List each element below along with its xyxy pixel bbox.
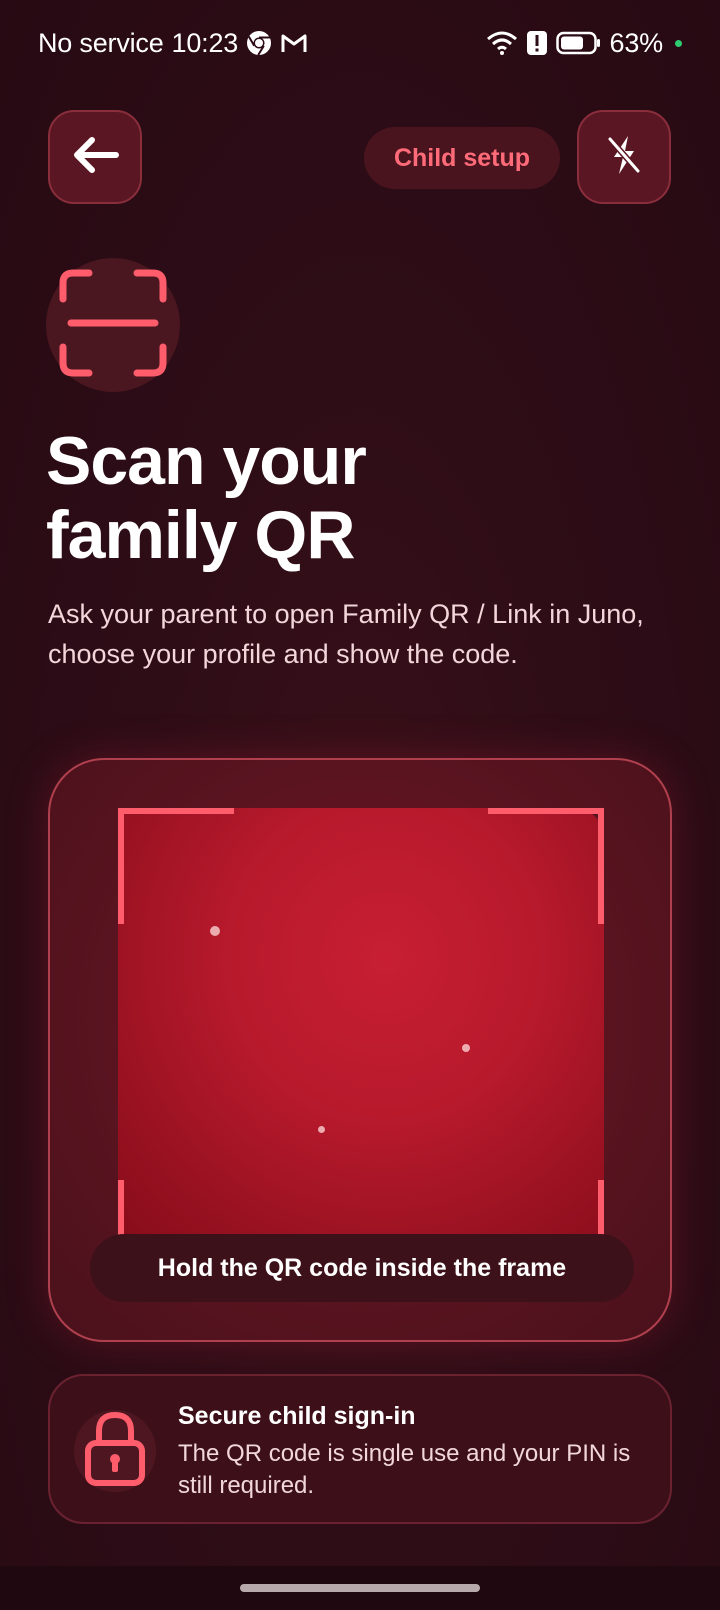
status-right: 63%: [486, 28, 682, 59]
carrier-text: No service: [38, 27, 164, 58]
back-arrow-icon: [70, 135, 120, 180]
child-setup-chip: Child setup: [364, 127, 560, 189]
gmail-icon: [280, 31, 308, 55]
secure-title: Secure child sign-in: [178, 1402, 416, 1430]
scan-qr-screen: No service 10:23 63% Child setup Scan yo…: [0, 0, 720, 1610]
flash-off-icon: [604, 133, 644, 182]
page-title-line-2: family QR: [46, 497, 355, 573]
secure-description: The QR code is single use and your PIN i…: [178, 1440, 631, 1499]
privacy-indicator-dot: [675, 39, 682, 47]
home-indicator[interactable]: [240, 1584, 480, 1592]
status-bar: No service 10:23 63%: [0, 0, 720, 86]
lock-icon: [81, 1409, 149, 1494]
clock-text: 10:23: [171, 27, 239, 58]
back-button[interactable]: [48, 110, 142, 204]
camera-speck: [210, 926, 220, 936]
page-subtitle: Ask your parent to open Family QR / Link…: [48, 599, 644, 669]
flash-toggle-button[interactable]: [577, 110, 671, 204]
page-title-line-1: Scan your: [46, 423, 367, 499]
secure-sign-in-card: Secure child sign-in The QR code is sing…: [48, 1374, 672, 1524]
scan-frame-icon: [57, 267, 169, 384]
frame-corner-top-right: [488, 808, 604, 924]
page-title: Scan your family QR: [46, 424, 646, 572]
frame-corner-top-left: [118, 808, 234, 924]
camera-speck: [462, 1044, 470, 1052]
camera-speck: [318, 1126, 325, 1133]
battery-percent: 63%: [609, 27, 664, 58]
scan-hint: Hold the QR code inside the frame: [90, 1234, 634, 1302]
wifi-icon: [486, 30, 518, 56]
lock-badge: [74, 1410, 156, 1492]
qr-scanner-card: Hold the QR code inside the frame: [48, 758, 672, 1342]
chrome-icon: [246, 30, 272, 56]
battery-icon: [555, 31, 602, 55]
alert-icon: [526, 30, 548, 56]
status-left: No service 10:23: [38, 28, 308, 59]
scan-badge: [46, 258, 180, 392]
